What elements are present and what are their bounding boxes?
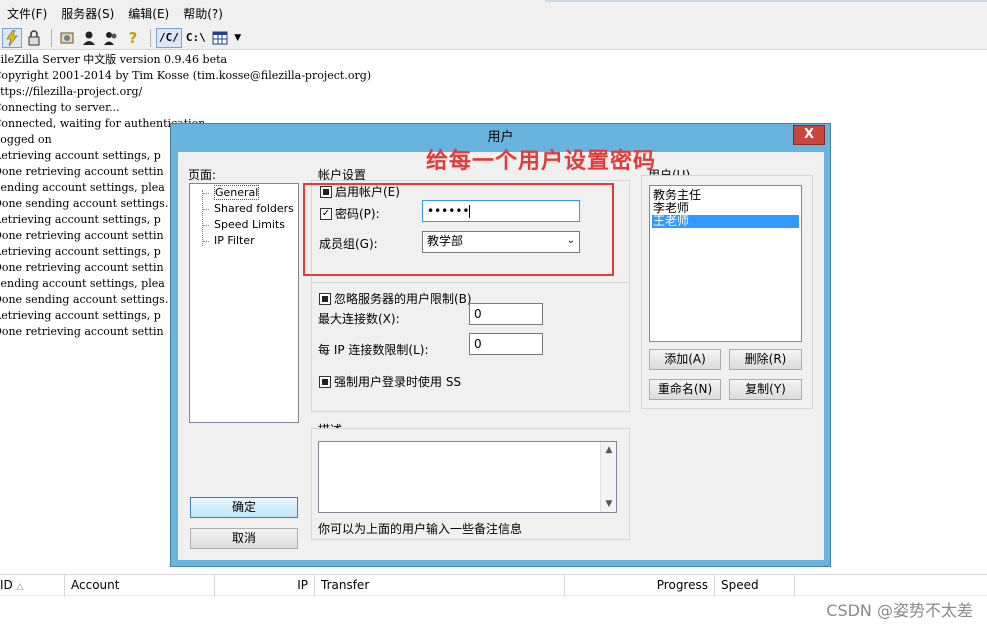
menu-file[interactable]: 文件(F): [0, 5, 54, 22]
column-transfer[interactable]: Transfer: [315, 575, 565, 597]
checkbox-indicator: [319, 292, 331, 305]
column-account[interactable]: Account: [65, 575, 215, 597]
connect-icon[interactable]: [2, 27, 22, 48]
menu-bar: 文件(F) 服务器(S) 编辑(E) 帮助(?): [0, 0, 987, 26]
sort-arrow-icon: △: [16, 582, 24, 592]
max-connections-input[interactable]: 0: [469, 303, 543, 325]
scroll-up-icon[interactable]: ▲: [601, 442, 617, 458]
description-hint: 你可以为上面的用户输入一些备注信息: [318, 522, 523, 536]
path-c-button[interactable]: /C/: [156, 27, 182, 48]
log-line: Copyright 2001-2014 by Tim Kosse (tim.ko…: [0, 69, 372, 82]
lock-icon[interactable]: [24, 28, 44, 48]
grid-view-icon[interactable]: [210, 28, 230, 48]
per-ip-limit-input[interactable]: 0: [469, 333, 543, 355]
log-line: FileZilla Server 中文版 version 0.9.46 beta: [0, 53, 228, 66]
per-ip-limit-label: 每 IP 连接数限制(L):: [318, 343, 429, 357]
tree-branch: [203, 193, 209, 194]
column-ip[interactable]: IP: [215, 575, 315, 597]
column-id[interactable]: ID △: [0, 575, 65, 597]
highlight-box: [303, 183, 614, 276]
page-speed-limits[interactable]: Speed Limits: [214, 218, 285, 231]
users-list[interactable]: 教务主任 李老师 王老师: [649, 185, 802, 342]
pages-tree: General Shared folders Speed Limits IP F…: [189, 183, 299, 423]
tree-branch: [203, 225, 209, 226]
description-textarea[interactable]: ▲ ▼: [318, 441, 617, 513]
users-icon[interactable]: [79, 28, 99, 48]
groups-icon[interactable]: [101, 28, 121, 48]
cancel-button[interactable]: 取消: [190, 528, 298, 549]
server-log: FileZilla Server 中文版 version 0.9.46 beta…: [0, 52, 560, 122]
toolbar-separator: [51, 28, 52, 47]
user-item-selected[interactable]: 王老师: [652, 215, 799, 228]
close-button[interactable]: X: [793, 125, 825, 145]
path-cd-button[interactable]: C:\: [184, 28, 208, 48]
tree-guide-line: [202, 190, 203, 246]
scroll-down-icon[interactable]: ▼: [601, 496, 617, 512]
column-progress[interactable]: Progress: [565, 575, 715, 597]
log-line: Connecting to server...: [0, 101, 120, 114]
tree-branch: [203, 241, 209, 242]
max-connections-label: 最大连接数(X):: [318, 312, 400, 326]
annotation-text: 给每一个用户设置密码: [426, 149, 657, 174]
pages-label: 页面:: [188, 168, 217, 182]
log-line: https://filezilla-project.org/: [0, 85, 143, 98]
page-ip-filter[interactable]: IP Filter: [214, 234, 255, 247]
toolbar: ? /C/ C:\ ▼: [0, 26, 987, 50]
copy-user-button[interactable]: 复制(Y): [729, 379, 802, 400]
help-icon[interactable]: ?: [123, 28, 143, 48]
page-general[interactable]: General: [214, 185, 260, 200]
ignore-server-limits-checkbox[interactable]: 忽略服务器的用户限制(B): [319, 290, 472, 307]
add-user-button[interactable]: 添加(A): [649, 349, 721, 370]
settings-icon[interactable]: [57, 28, 77, 48]
rename-user-button[interactable]: 重命名(N): [649, 379, 721, 400]
toolbar-separator: [150, 28, 151, 47]
watermark: CSDN @姿势不太差: [826, 601, 973, 620]
tree-branch: [203, 209, 209, 210]
description-scrollbar[interactable]: ▲ ▼: [600, 442, 616, 512]
connections-list-header: ID △ Account IP Transfer Progress Speed: [0, 574, 987, 597]
remove-user-button[interactable]: 删除(R): [729, 349, 802, 370]
menu-edit[interactable]: 编辑(E): [121, 5, 176, 22]
ok-button[interactable]: 确定: [190, 497, 298, 518]
column-speed[interactable]: Speed: [715, 575, 795, 597]
force-ssl-checkbox[interactable]: 强制用户登录时使用 SS: [319, 373, 461, 390]
dropdown-arrow-icon[interactable]: ▼: [232, 28, 244, 48]
menu-server[interactable]: 服务器(S): [54, 5, 121, 22]
window-top-border: [545, 0, 987, 2]
checkbox-indicator: [319, 375, 331, 388]
page-shared-folders[interactable]: Shared folders: [214, 202, 294, 215]
menu-help[interactable]: 帮助(?): [176, 5, 230, 22]
